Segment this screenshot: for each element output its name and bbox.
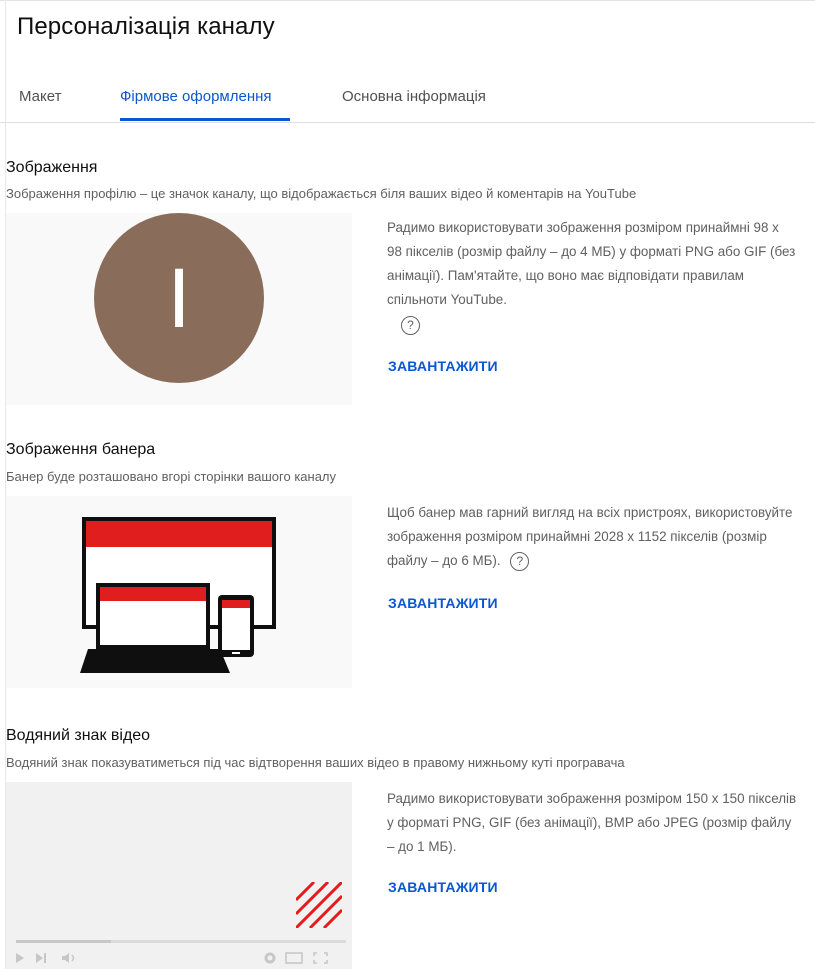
avatar: I	[94, 213, 264, 383]
next-icon	[36, 953, 43, 963]
tab-branding[interactable]: Фірмове оформлення	[120, 88, 272, 105]
play-icon	[16, 953, 24, 963]
picture-section-description: Зображення профілю – це значок каналу, щ…	[6, 186, 637, 201]
picture-upload-button[interactable]: ЗАВАНТАЖИТИ	[388, 358, 498, 374]
volume-icon	[62, 953, 69, 963]
tab-basic-info[interactable]: Основна інформація	[342, 88, 486, 105]
tab-bar: Макет Фірмове оформлення Основна інформа…	[0, 70, 815, 122]
player-progress-fill	[16, 940, 111, 943]
top-border	[0, 0, 815, 1]
banner-section-title: Зображення банера	[6, 441, 156, 458]
watermark-info-text: Радимо використовувати зображення розмір…	[387, 791, 797, 854]
picture-help-icon[interactable]: ?	[401, 315, 420, 335]
banner-info-text: Щоб банер мав гарний вигляд на всіх прис…	[387, 505, 793, 568]
devices-illustration-icon	[80, 517, 276, 673]
watermark-info: Радимо використовувати зображення розмір…	[387, 787, 797, 859]
banner-upload-button[interactable]: ЗАВАНТАЖИТИ	[388, 595, 498, 611]
fullscreen-icon	[313, 952, 328, 964]
tab-layout[interactable]: Макет	[19, 88, 61, 105]
theater-icon	[285, 952, 303, 964]
active-tab-indicator	[120, 118, 290, 121]
banner-info: Щоб банер мав гарний вигляд на всіх прис…	[387, 501, 797, 573]
banner-section-description: Банер буде розташовано вгорі сторінки ва…	[6, 469, 337, 484]
watermark-section-title: Водяний знак відео	[6, 727, 151, 744]
settings-icon	[264, 952, 276, 964]
banner-help-icon[interactable]: ?	[510, 551, 530, 571]
picture-section-title: Зображення	[6, 159, 98, 176]
watermark-upload-button[interactable]: ЗАВАНТАЖИТИ	[388, 879, 498, 895]
player-controls-left	[16, 953, 75, 963]
watermark-section-description: Водяний знак показуватиметься під час ві…	[6, 755, 625, 770]
watermark-placeholder-icon	[296, 882, 342, 928]
watermark-player-preview	[6, 782, 352, 969]
page-title: Персоналізація каналу	[17, 13, 275, 40]
tabs-divider	[0, 122, 815, 123]
avatar-letter: I	[167, 251, 191, 345]
player-controls-right	[264, 952, 328, 964]
picture-info: Радимо використовувати зображення розмір…	[387, 216, 797, 336]
picture-info-text: Радимо використовувати зображення розмір…	[387, 220, 796, 307]
player-progress-track[interactable]	[16, 940, 346, 943]
